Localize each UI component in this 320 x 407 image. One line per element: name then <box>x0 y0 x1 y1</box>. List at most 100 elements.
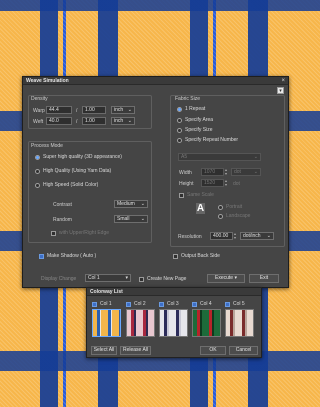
warp-slash: / <box>76 108 78 114</box>
mode-high-speed-radio[interactable]: High Speed (Solid Color) <box>35 182 98 188</box>
chevron-down-icon: ⌄ <box>266 233 271 239</box>
release-all-button[interactable]: Release All <box>120 346 151 355</box>
execute-label: Execute <box>215 275 234 281</box>
close-icon[interactable]: × <box>281 77 285 85</box>
fabric-specify-size-radio[interactable]: Specify Size <box>177 127 213 133</box>
resolution-spinner-icon[interactable]: ▴ ▾ <box>233 232 237 240</box>
weft-label: Weft <box>33 119 44 125</box>
fabric-specify-area-radio[interactable]: Specify Area <box>177 117 213 123</box>
fabric-1-repeat-radio[interactable]: 1 Repeat <box>177 106 205 112</box>
checkbox-icon <box>179 192 184 198</box>
fabric-specify-area-label: Specify Area <box>185 117 214 123</box>
weft-unit-select[interactable]: inch ⌄ <box>111 117 135 125</box>
width-spinner-icon[interactable]: ▴ ▾ <box>224 168 228 176</box>
select-all-button[interactable]: Select All <box>91 346 117 355</box>
chevron-down-icon: ⌄ <box>253 169 258 175</box>
random-select[interactable]: Small ⌄ <box>114 215 148 223</box>
fabric-specify-repeat-number-radio[interactable]: Specify Repeat Number <box>177 137 238 143</box>
checkbox-checked-icon <box>225 301 230 307</box>
upper-right-edge-label: with Upper/Right Edge <box>59 230 110 236</box>
height-label: Height <box>179 181 194 187</box>
colorway-item-col5-checkbox[interactable]: Col 5 <box>225 301 245 307</box>
upper-right-edge-checkbox[interactable]: with Upper/Right Edge <box>51 230 109 236</box>
make-shadow-checkbox[interactable]: Make Shadow ( Auto ) <box>39 253 96 259</box>
width-unit-value: dot <box>234 169 241 175</box>
colorway-item-col3-label: Col 3 <box>167 301 179 307</box>
mode-high-quality-radio[interactable]: High Quality (Using Yarn Data) <box>35 168 111 174</box>
portrait-radio[interactable]: Portrait <box>218 204 242 210</box>
colorway-item-col4-checkbox[interactable]: Col 4 <box>192 301 212 307</box>
fabric-specify-size-label: Specify Size <box>185 127 213 133</box>
output-back-side-label: Output Back Side <box>181 253 220 259</box>
colorway-thumbnail-col1[interactable] <box>92 309 121 337</box>
create-new-page-label: Create New Page <box>147 276 187 282</box>
colorway-item-col1-checkbox[interactable]: Col 1 <box>92 301 112 307</box>
warp-divisor-field[interactable]: 1.00 <box>82 106 106 114</box>
checkbox-checked-icon <box>92 301 97 307</box>
mode-high-quality-label: High Quality (Using Yarn Data) <box>43 168 112 174</box>
mode-super-high-quality-radio[interactable]: Super high quality (3D appearance) <box>35 154 122 160</box>
same-scale-checkbox[interactable]: Same Scale <box>179 192 214 198</box>
chevron-down-icon: ▾ <box>125 275 128 281</box>
contrast-label: Contrast <box>53 202 72 208</box>
warp-unit-select[interactable]: inch ⌄ <box>111 106 135 114</box>
output-back-side-checkbox[interactable]: Output Back Side <box>173 253 220 259</box>
weave-simulation-dialog: Weave Simulation × ▾ Density Warp 44.4 /… <box>22 76 289 288</box>
cancel-button[interactable]: Cancel <box>229 346 258 355</box>
height-unit-label: dot <box>233 181 240 187</box>
height-spinner-icon[interactable]: ▴ ▾ <box>224 179 228 187</box>
warp-unit-value: inch <box>114 107 124 113</box>
radio-icon <box>218 204 223 210</box>
radio-icon <box>218 213 223 219</box>
landscape-radio[interactable]: Landscape <box>218 213 250 219</box>
width-field[interactable]: 1070 <box>201 168 224 176</box>
same-scale-label: Same Scale <box>187 192 214 198</box>
width-unit-select[interactable]: dot ⌄ <box>231 168 261 176</box>
paper-size-value: A5 <box>181 154 188 160</box>
display-change-value: Col 1 <box>88 275 100 281</box>
orientation-icon: A <box>196 203 205 214</box>
resolution-unit-value: dot/inch <box>243 233 261 239</box>
checkbox-icon <box>139 276 144 282</box>
chevron-down-icon: ⌄ <box>140 201 145 207</box>
radio-icon <box>177 117 182 123</box>
dialog-titlebar: Weave Simulation × <box>23 77 288 85</box>
radio-icon <box>35 182 40 188</box>
ok-button[interactable]: OK <box>200 346 226 355</box>
weft-unit-value: inch <box>114 118 124 124</box>
colorway-item-col5-label: Col 5 <box>233 301 245 307</box>
create-new-page-checkbox[interactable]: Create New Page <box>139 276 186 282</box>
make-shadow-label: Make Shadow ( Auto ) <box>47 253 97 259</box>
colorway-thumbnail-col5[interactable] <box>225 309 254 337</box>
display-change-select[interactable]: Col 1 ▾ <box>85 274 131 282</box>
checkbox-checked-icon <box>159 301 164 307</box>
height-field[interactable]: 1520 <box>201 179 224 187</box>
radio-selected-icon <box>177 106 182 112</box>
fabric-specify-repeat-number-label: Specify Repeat Number <box>185 137 239 143</box>
radio-icon <box>177 127 182 133</box>
exit-button[interactable]: Exit <box>249 274 279 283</box>
execute-button[interactable]: Execute ▾ <box>207 274 245 283</box>
checkbox-checked-icon <box>126 301 131 307</box>
weft-divisor-field[interactable]: 1.00 <box>82 117 106 125</box>
resolution-label: Resolution <box>178 234 202 240</box>
checkbox-icon <box>51 230 56 236</box>
colorway-item-col2-checkbox[interactable]: Col 2 <box>126 301 146 307</box>
colorway-thumbnail-col2[interactable] <box>126 309 155 337</box>
weft-slash: / <box>76 119 78 125</box>
density-label: Density <box>31 96 48 102</box>
resolution-unit-select[interactable]: dot/inch ⌄ <box>240 232 274 240</box>
colorway-item-col3-checkbox[interactable]: Col 3 <box>159 301 179 307</box>
resolution-field[interactable]: 400.00 <box>210 232 233 240</box>
chevron-down-icon: ▾ <box>234 275 237 281</box>
colorway-thumbnail-col4[interactable] <box>192 309 221 337</box>
warp-value-field[interactable]: 44.4 <box>46 106 72 114</box>
weft-value-field[interactable]: 40.0 <box>46 117 72 125</box>
paper-size-select[interactable]: A5 ⌄ <box>178 153 261 161</box>
colorway-thumbnail-col3[interactable] <box>159 309 188 337</box>
mode-high-speed-label: High Speed (Solid Color) <box>43 182 99 188</box>
contrast-select[interactable]: Medium ⌄ <box>114 200 148 208</box>
portrait-label: Portrait <box>226 204 243 210</box>
help-dropdown-icon[interactable]: ▾ <box>277 87 284 94</box>
checkbox-icon <box>173 253 178 259</box>
